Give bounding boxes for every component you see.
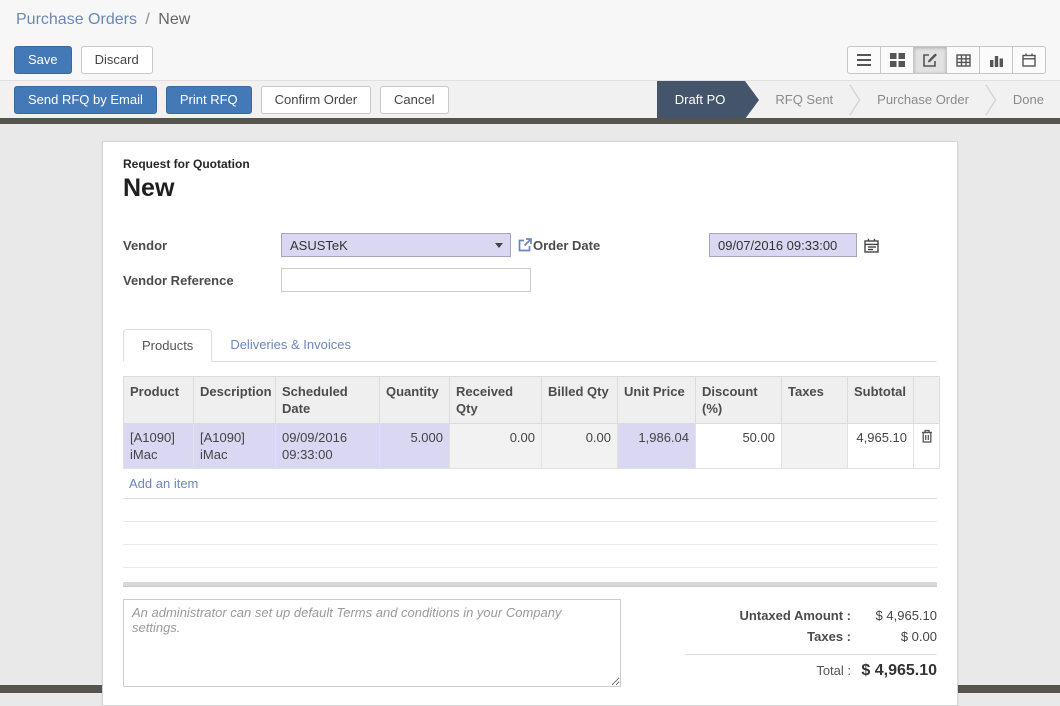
breadcrumb-parent-link[interactable]: Purchase Orders	[16, 11, 137, 28]
status-purchase-order[interactable]: Purchase Order	[861, 92, 985, 107]
col-received-qty: Received Qty	[450, 377, 542, 424]
discard-button[interactable]: Discard	[81, 46, 153, 74]
order-lines-table: Product Description Scheduled Date Quant…	[123, 376, 940, 469]
col-quantity: Quantity	[380, 377, 450, 424]
cell-description[interactable]: [A1090] iMac	[194, 424, 276, 469]
totals-divider	[685, 654, 937, 655]
taxes-label: Taxes :	[807, 629, 851, 644]
save-button[interactable]: Save	[14, 46, 72, 74]
chevron-right-icon	[985, 82, 997, 118]
confirm-order-button[interactable]: Confirm Order	[261, 86, 371, 114]
col-discount: Discount (%)	[696, 377, 782, 424]
vendor-select[interactable]: ASUSTeK	[281, 233, 511, 257]
cell-taxes[interactable]	[782, 424, 848, 469]
total-label: Total :	[816, 663, 851, 678]
col-actions	[914, 377, 940, 424]
delete-row-button[interactable]	[914, 424, 940, 469]
cell-unit-price[interactable]: 1,986.04	[618, 424, 696, 469]
pivot-table-icon	[956, 54, 971, 67]
order-date-input[interactable]: 09/07/2016 09:33:00	[709, 233, 857, 257]
edit-form-icon	[923, 53, 938, 67]
col-taxes: Taxes	[782, 377, 848, 424]
cell-received-qty[interactable]: 0.00	[450, 424, 542, 469]
cell-subtotal[interactable]: 4,965.10	[848, 424, 914, 469]
status-rfq-sent[interactable]: RFQ Sent	[759, 92, 849, 107]
kanban-icon	[890, 53, 905, 67]
statusbar: Send RFQ by Email Print RFQ Confirm Orde…	[0, 80, 1060, 118]
notes-and-totals: Untaxed Amount : $ 4,965.10 Taxes : $ 0.…	[123, 599, 937, 687]
record-title: New	[123, 174, 937, 203]
calendar-icon	[1022, 53, 1036, 67]
list-icon	[856, 53, 872, 67]
breadcrumb: Purchase Orders / New	[0, 0, 1060, 36]
col-product: Product	[124, 377, 194, 424]
cell-quantity[interactable]: 5.000	[380, 424, 450, 469]
order-date-value: 09/07/2016 09:33:00	[718, 238, 837, 253]
totals-panel: Untaxed Amount : $ 4,965.10 Taxes : $ 0.…	[685, 599, 937, 687]
status-pipeline: Draft PO RFQ Sent Purchase Order Done	[657, 81, 1060, 118]
cell-product[interactable]: [A1090] iMac	[124, 424, 194, 469]
list-view-button[interactable]	[847, 46, 881, 74]
vendor-reference-label: Vendor Reference	[123, 273, 281, 288]
col-unit-price: Unit Price	[618, 377, 696, 424]
breadcrumb-current: New	[158, 11, 190, 28]
table-row: [A1090] iMac [A1090] iMac 09/09/2016 09:…	[124, 424, 940, 469]
breadcrumb-separator: /	[145, 11, 149, 28]
kanban-view-button[interactable]	[880, 46, 914, 74]
cell-discount[interactable]: 50.00	[696, 424, 782, 469]
empty-list-row	[123, 499, 937, 522]
calendar-view-button[interactable]	[1012, 46, 1046, 74]
cell-scheduled-date[interactable]: 09/09/2016 09:33:00	[276, 424, 380, 469]
form-background: Request for Quotation New Vendor ASUSTeK…	[0, 124, 1060, 685]
vendor-value: ASUSTeK	[290, 238, 348, 253]
field-group: Vendor ASUSTeK Vendor Reference Order	[123, 233, 937, 303]
col-description: Description	[194, 377, 276, 424]
cell-billed-qty[interactable]: 0.00	[542, 424, 618, 469]
taxes-value: $ 0.00	[851, 629, 937, 644]
open-vendor-record-icon[interactable]	[518, 238, 532, 252]
toolbar: Save Discard	[0, 36, 1060, 80]
trash-icon	[921, 429, 933, 443]
add-an-item-link[interactable]: Add an item	[123, 469, 937, 499]
order-date-label: Order Date	[533, 238, 709, 253]
view-switcher	[847, 46, 1046, 74]
total-value: $ 4,965.10	[851, 662, 937, 680]
untaxed-amount-value: $ 4,965.10	[851, 608, 937, 623]
tab-deliveries-invoices[interactable]: Deliveries & Invoices	[212, 329, 369, 361]
notebook-tabs: Products Deliveries & Invoices	[123, 329, 937, 362]
untaxed-amount-label: Untaxed Amount :	[740, 608, 851, 623]
form-view-button[interactable]	[913, 46, 947, 74]
vendor-reference-input[interactable]	[281, 268, 531, 292]
send-rfq-by-email-button[interactable]: Send RFQ by Email	[14, 86, 157, 114]
vendor-label: Vendor	[123, 238, 281, 253]
empty-list-row	[123, 522, 937, 545]
sheet-subtitle: Request for Quotation	[123, 157, 937, 171]
col-subtotal: Subtotal	[848, 377, 914, 424]
chevron-right-icon	[849, 82, 861, 118]
status-done[interactable]: Done	[997, 92, 1060, 107]
list-footer-separator	[123, 582, 937, 587]
empty-list-row	[123, 545, 937, 568]
print-rfq-button[interactable]: Print RFQ	[166, 86, 252, 114]
dropdown-caret-icon	[495, 243, 503, 248]
bar-chart-icon	[989, 54, 1004, 67]
terms-notes-textarea[interactable]	[123, 599, 621, 687]
calendar-picker-icon[interactable]	[864, 238, 879, 253]
col-billed-qty: Billed Qty	[542, 377, 618, 424]
cancel-button[interactable]: Cancel	[380, 86, 448, 114]
header: Purchase Orders / New Save Discard	[0, 0, 1060, 118]
table-header-row: Product Description Scheduled Date Quant…	[124, 377, 940, 424]
tab-products[interactable]: Products	[123, 329, 212, 362]
form-sheet: Request for Quotation New Vendor ASUSTeK…	[102, 141, 958, 706]
graph-view-button[interactable]	[979, 46, 1013, 74]
col-scheduled-date: Scheduled Date	[276, 377, 380, 424]
status-draft-po[interactable]: Draft PO	[657, 81, 746, 118]
pivot-view-button[interactable]	[946, 46, 980, 74]
